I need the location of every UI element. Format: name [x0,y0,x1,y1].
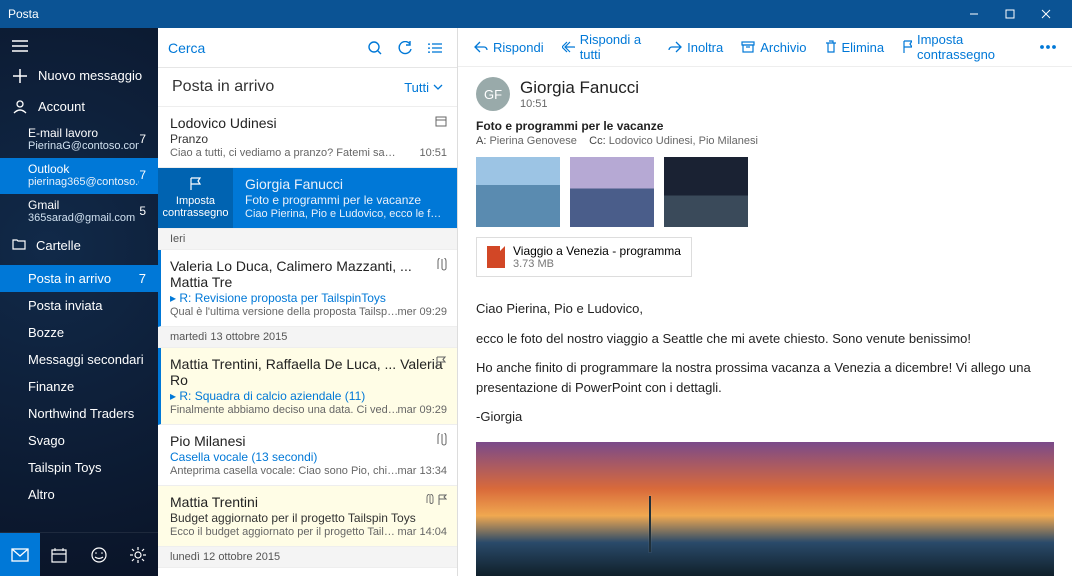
search-bar [158,28,457,68]
hamburger-icon [12,40,28,52]
select-mode-button[interactable] [423,36,447,60]
reader-subject: Foto e programmi per le vacanze [476,119,1054,133]
calendar-icon [51,547,67,563]
thumbnail[interactable] [570,157,654,227]
hamburger-button[interactable] [0,32,158,60]
message-item[interactable]: Lodovico Udinesi Pranzo Ciao a tutti, ci… [158,107,457,168]
maximize-button[interactable] [992,0,1028,28]
account-label: Account [38,99,146,114]
folder-secondary[interactable]: Messaggi secondari [0,346,158,373]
account-item-work[interactable]: E-mail lavoroPierinaG@contoso.com 7 [0,122,158,158]
gear-icon [130,547,146,563]
sync-button[interactable] [393,36,417,60]
reply-all-button[interactable]: Rispondi a tutti [556,28,657,66]
set-flag-button[interactable]: Imposta contrassegno [896,28,1028,66]
new-message-label: Nuovo messaggio [38,68,146,83]
search-icon [368,41,382,55]
more-icon [1040,45,1056,49]
avatar: GF [476,77,510,111]
more-button[interactable] [1034,41,1062,53]
message-item[interactable]: Mattia Trentini Budget aggiornato per il… [158,486,457,547]
search-button[interactable] [363,36,387,60]
forward-button[interactable]: Inoltra [662,36,729,59]
sender-time: 10:51 [520,98,639,110]
message-item[interactable]: Mattia Trentini, Raffaella De Luca, ... … [158,348,457,425]
archive-button[interactable]: Archivio [735,36,812,59]
folders-label: Cartelle [36,238,81,253]
recipients: A: Pierina Genovese Cc: Lodovico Udinesi… [476,135,1054,147]
mail-icon [11,548,29,562]
thumbnail[interactable] [664,157,748,227]
attachment[interactable]: Viaggio a Venezia - programma 3.73 MB [476,237,692,277]
archive-icon [741,41,755,53]
account-header[interactable]: Account [0,91,158,122]
minimize-button[interactable] [956,0,992,28]
reading-pane: Rispondi Rispondi a tutti Inoltra Archiv… [458,28,1072,576]
message-item-selected[interactable]: Imposta contrassegno Giorgia Fanucci Fot… [158,168,457,229]
attachment-size: 3.73 MB [513,258,681,270]
bottom-calendar-button[interactable] [40,533,80,576]
new-message-button[interactable]: Nuovo messaggio [0,60,158,91]
message-item[interactable]: Pio Milanesi Casella vocale (13 secondi)… [158,425,457,486]
image-thumbnails [476,157,1054,227]
flag-icon [435,356,447,371]
person-icon [12,100,28,114]
message-item[interactable]: Amministratore di sistema Sei ora propri… [158,568,457,576]
folder-inbox[interactable]: Posta in arrivo7 [0,265,158,292]
attachment-name: Viaggio a Venezia - programma [513,244,681,258]
attach-icon [437,258,447,275]
flag-swipe-action[interactable]: Imposta contrassegno [158,168,233,228]
folders-header[interactable]: Cartelle [0,230,158,261]
reply-button[interactable]: Rispondi [468,36,550,59]
message-list-pane: Posta in arrivo Tutti Lodovico Udinesi P… [158,28,458,576]
flag-icon [902,40,912,54]
smiley-icon [91,547,107,563]
nav-pane: Nuovo messaggio Account E-mail lavoroPie… [0,28,158,576]
message-item[interactable]: Valeria Lo Duca, Calimero Mazzanti, ... … [158,250,457,327]
chevron-down-icon [433,84,443,90]
account-item-outlook[interactable]: Outlookpierinag365@contoso.com 7 [0,158,158,194]
titlebar: Posta [0,0,1072,28]
date-header: martedì 13 ottobre 2015 [158,327,457,348]
bottom-feedback-button[interactable] [79,533,119,576]
folder-finance[interactable]: Finanze [0,373,158,400]
attach-flag-icon [426,494,447,506]
folder-northwind[interactable]: Northwind Traders [0,400,158,427]
forward-icon [668,41,682,53]
thumbnail[interactable] [476,157,560,227]
reply-all-icon [562,41,575,53]
app-title: Posta [8,7,39,21]
inline-image [476,442,1054,576]
reader-header: GF Giorgia Fanucci 10:51 Foto e programm… [458,67,1072,287]
folder-tailspin[interactable]: Tailspin Toys [0,454,158,481]
reply-icon [474,41,488,53]
date-header: Ieri [158,229,457,250]
bottom-mail-button[interactable] [0,533,40,576]
sender-name: Giorgia Fanucci [520,78,639,98]
plus-icon [12,69,28,83]
select-icon [428,41,442,55]
list-header: Posta in arrivo Tutti [158,68,457,107]
powerpoint-icon [487,246,505,268]
folder-drafts[interactable]: Bozze [0,319,158,346]
attach-icon [437,433,447,450]
reader-toolbar: Rispondi Rispondi a tutti Inoltra Archiv… [458,28,1072,67]
filter-button[interactable]: Tutti [404,80,443,95]
delete-button[interactable]: Elimina [819,36,891,59]
sync-icon [398,41,412,55]
folder-icon [12,238,26,253]
folder-sent[interactable]: Posta inviata [0,292,158,319]
calendar-icon [435,115,447,130]
flag-icon [189,177,203,191]
list-title: Posta in arrivo [172,78,274,96]
close-button[interactable] [1028,0,1064,28]
account-item-gmail[interactable]: Gmail365sarad@gmail.com 5 [0,194,158,230]
search-input[interactable] [168,40,357,56]
date-header: lunedì 12 ottobre 2015 [158,547,457,568]
folder-other[interactable]: Altro [0,481,158,508]
folder-leisure[interactable]: Svago [0,427,158,454]
bottom-settings-button[interactable] [119,533,159,576]
reader-body: Ciao Pierina, Pio e Ludovico, ecco le fo… [458,287,1072,434]
trash-icon [825,40,837,54]
